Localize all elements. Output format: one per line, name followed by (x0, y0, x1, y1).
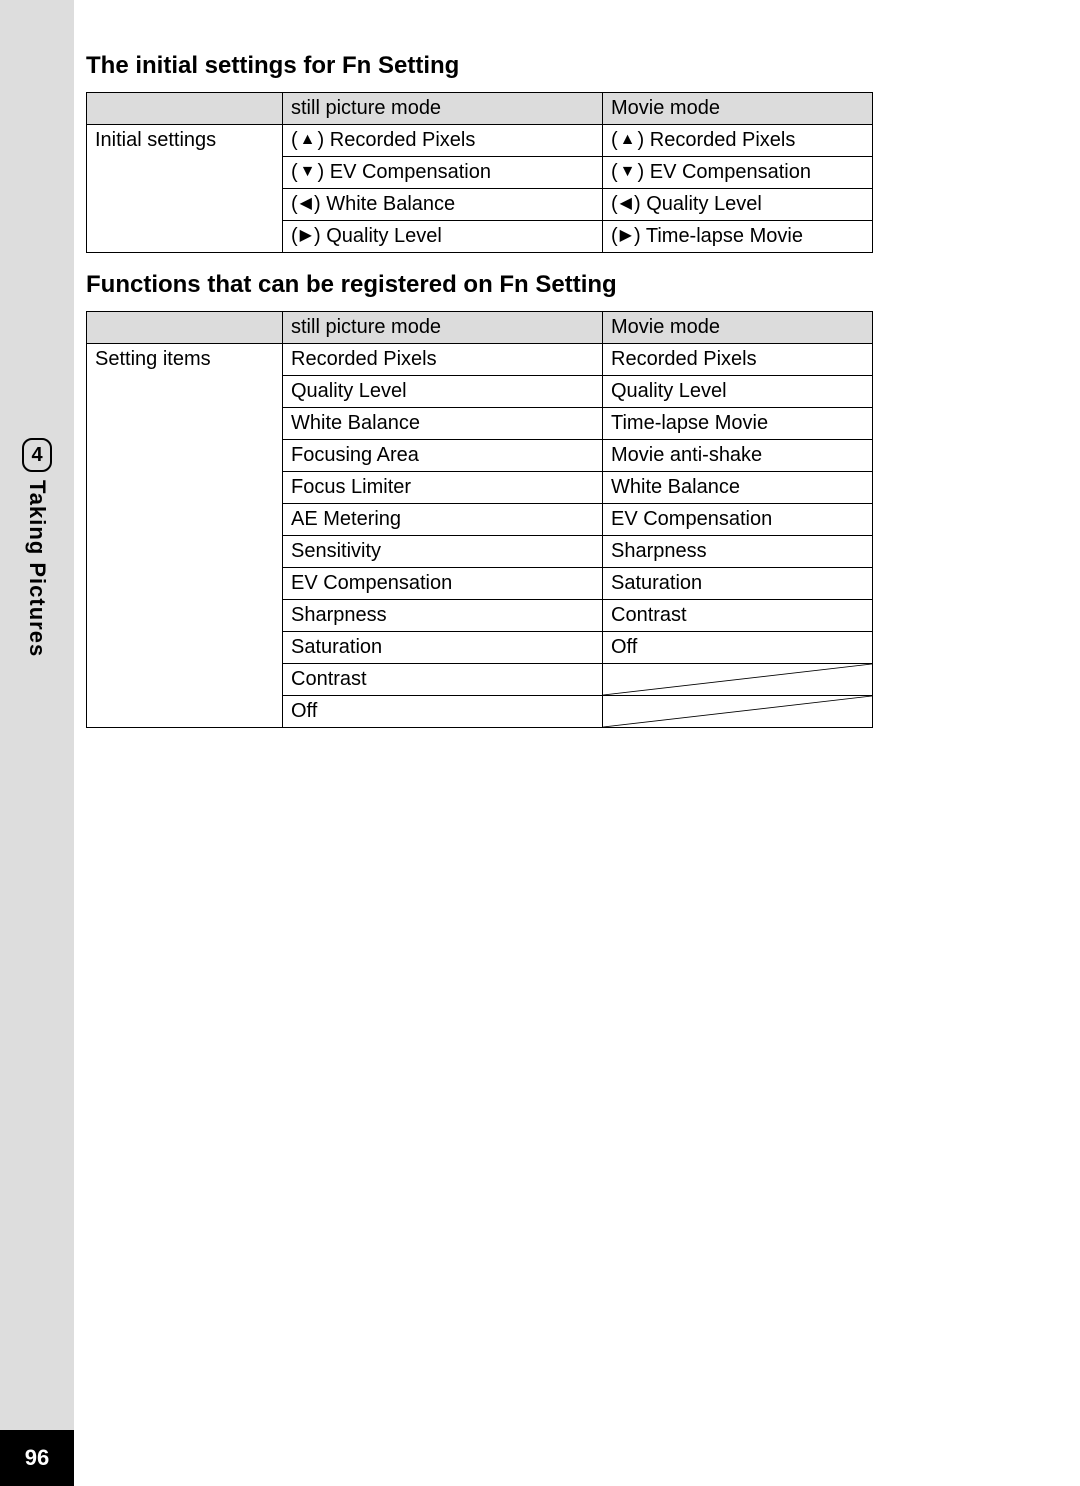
arrow-left-icon: ◀ (620, 196, 632, 212)
table-cell: EV Compensation (283, 568, 603, 600)
table-cell: Movie anti-shake (603, 440, 873, 472)
table-cell: Contrast (283, 664, 603, 696)
table-cell: Time-lapse Movie (603, 408, 873, 440)
table-cell: Sharpness (283, 600, 603, 632)
table-cell: White Balance (603, 472, 873, 504)
table-cell: (▶) Quality Level (283, 221, 603, 253)
cell-text: EV Compensation (650, 161, 811, 183)
table-row: Setting items Recorded Pixels Recorded P… (87, 344, 873, 376)
table-header-still: still picture mode (283, 93, 603, 125)
left-gutter (0, 0, 74, 1486)
arrow-left-icon: ◀ (300, 196, 312, 212)
table-row: Initial settings (▲) Recorded Pixels (▲)… (87, 125, 873, 157)
cell-text: Recorded Pixels (330, 129, 476, 151)
table-cell: (▼) EV Compensation (283, 157, 603, 189)
page-number: 96 (25, 1445, 49, 1471)
cell-text: Time-lapse Movie (646, 225, 803, 247)
table-cell: Sharpness (603, 536, 873, 568)
arrow-right-icon: ▶ (620, 228, 632, 244)
table-cell: Recorded Pixels (603, 344, 873, 376)
arrow-down-icon: ▼ (300, 164, 316, 180)
table-cell: Quality Level (283, 376, 603, 408)
manual-page: 96 4 Taking Pictures The initial setting… (0, 0, 1080, 1486)
table-cell: Quality Level (603, 376, 873, 408)
table-registrable-functions: still picture mode Movie mode Setting it… (86, 311, 873, 728)
table-cell: Focus Limiter (283, 472, 603, 504)
table-cell: Saturation (603, 568, 873, 600)
table-cell: Off (283, 696, 603, 728)
cell-text: White Balance (326, 193, 455, 215)
table-header-blank (87, 312, 283, 344)
table-cell: AE Metering (283, 504, 603, 536)
table-cell: EV Compensation (603, 504, 873, 536)
chapter-side-tab: 4 Taking Pictures (22, 438, 52, 657)
cell-text: EV Compensation (330, 161, 491, 183)
table-cell: (▲) Recorded Pixels (283, 125, 603, 157)
arrow-right-icon: ▶ (300, 228, 312, 244)
table-header-movie: Movie mode (603, 93, 873, 125)
section-heading-initial-settings: The initial settings for Fn Setting (86, 52, 946, 80)
table-cell: White Balance (283, 408, 603, 440)
section-heading-registrable-functions: Functions that can be registered on Fn S… (86, 271, 946, 299)
table-rowlabel-setting-items: Setting items (87, 344, 283, 728)
table-rowlabel-initial: Initial settings (87, 125, 283, 253)
table-header-movie: Movie mode (603, 312, 873, 344)
cell-text: Recorded Pixels (650, 129, 796, 151)
table-cell: (▲) Recorded Pixels (603, 125, 873, 157)
chapter-number: 4 (31, 444, 42, 467)
table-initial-settings: still picture mode Movie mode Initial se… (86, 92, 873, 253)
table-header-still: still picture mode (283, 312, 603, 344)
chapter-title: Taking Pictures (24, 480, 50, 657)
chapter-number-bubble: 4 (22, 438, 52, 472)
table-row: still picture mode Movie mode (87, 93, 873, 125)
cell-text: Quality Level (646, 193, 762, 215)
cell-text: Quality Level (326, 225, 442, 247)
table-cell: Saturation (283, 632, 603, 664)
table-cell: Recorded Pixels (283, 344, 603, 376)
page-content: The initial settings for Fn Setting stil… (86, 52, 946, 728)
arrow-up-icon: ▲ (300, 132, 316, 148)
table-cell: Off (603, 632, 873, 664)
arrow-up-icon: ▲ (620, 132, 636, 148)
table-cell: Focusing Area (283, 440, 603, 472)
table-cell: (◀) White Balance (283, 189, 603, 221)
empty-cell-slash-icon (603, 696, 873, 728)
table-cell: Contrast (603, 600, 873, 632)
table-row: still picture mode Movie mode (87, 312, 873, 344)
empty-cell-slash-icon (603, 664, 873, 696)
table-header-blank (87, 93, 283, 125)
table-cell: Sensitivity (283, 536, 603, 568)
table-cell: (▼) EV Compensation (603, 157, 873, 189)
table-cell: (▶) Time-lapse Movie (603, 221, 873, 253)
page-number-block: 96 (0, 1430, 74, 1486)
table-cell: (◀) Quality Level (603, 189, 873, 221)
arrow-down-icon: ▼ (620, 164, 636, 180)
